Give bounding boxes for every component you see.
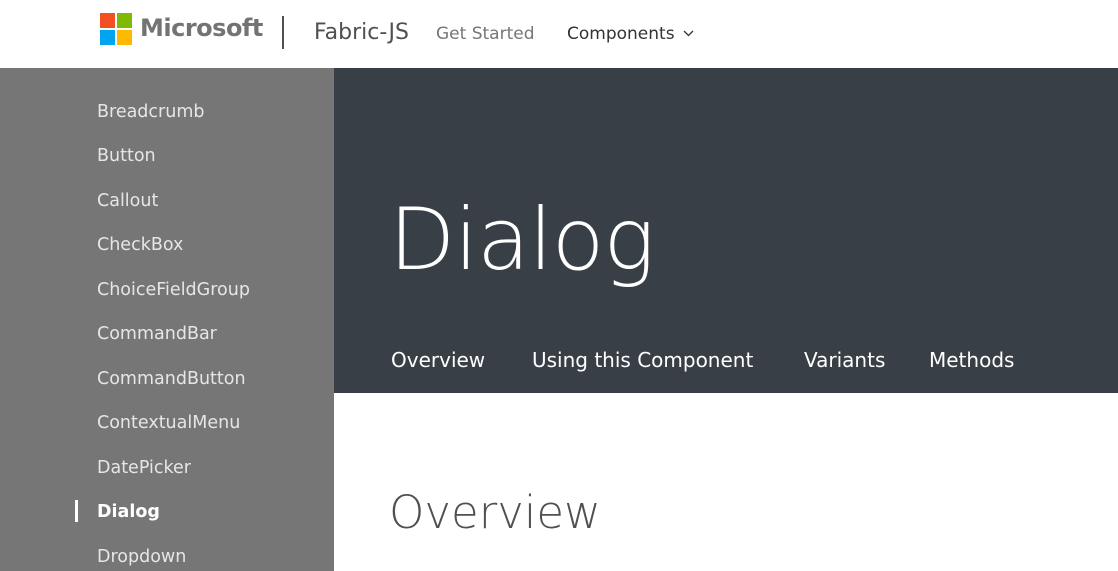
sidebar-item-commandbutton[interactable]: CommandButton	[97, 367, 246, 391]
logo-square-blue	[100, 30, 115, 45]
main-content: Overview	[334, 393, 1118, 571]
logo-square-red	[100, 13, 115, 28]
logo-square-green	[117, 13, 132, 28]
sidebar-item-choicefieldgroup[interactable]: ChoiceFieldGroup	[97, 278, 250, 302]
logo-square-yellow	[117, 30, 132, 45]
tab-using-this-component[interactable]: Using this Component	[532, 346, 753, 374]
header-divider	[282, 16, 284, 49]
component-sidebar: Breadcrumb Button Callout CheckBox Choic…	[0, 68, 334, 571]
sidebar-item-commandbar[interactable]: CommandBar	[97, 322, 217, 346]
sidebar-item-callout[interactable]: Callout	[97, 189, 158, 213]
top-header: Microsoft Fabric-JS Get Started Componen…	[0, 0, 1118, 68]
site-title[interactable]: Fabric-JS	[314, 18, 409, 48]
sidebar-item-dialog[interactable]: Dialog	[97, 500, 160, 524]
microsoft-logo-icon[interactable]	[100, 13, 133, 46]
section-heading-overview: Overview	[389, 486, 601, 539]
sidebar-item-dropdown[interactable]: Dropdown	[97, 545, 186, 569]
sidebar-item-checkbox[interactable]: CheckBox	[97, 233, 183, 257]
tab-overview[interactable]: Overview	[391, 346, 485, 374]
chevron-down-icon	[683, 30, 694, 37]
nav-components-label: Components	[567, 24, 675, 44]
nav-get-started-link[interactable]: Get Started	[436, 22, 534, 46]
sidebar-item-datepicker[interactable]: DatePicker	[97, 456, 191, 480]
microsoft-wordmark[interactable]: Microsoft	[140, 12, 263, 44]
page-title: Dialog	[389, 190, 655, 290]
nav-components-dropdown[interactable]: Components	[567, 22, 694, 46]
active-item-indicator	[75, 500, 78, 522]
hero-banner: Dialog Overview Using this Component Var…	[334, 68, 1118, 393]
tab-methods[interactable]: Methods	[929, 346, 1014, 374]
sidebar-item-button[interactable]: Button	[97, 144, 156, 168]
sidebar-item-contextualmenu[interactable]: ContextualMenu	[97, 411, 240, 435]
sidebar-item-breadcrumb[interactable]: Breadcrumb	[97, 100, 204, 124]
tab-variants[interactable]: Variants	[804, 346, 885, 374]
